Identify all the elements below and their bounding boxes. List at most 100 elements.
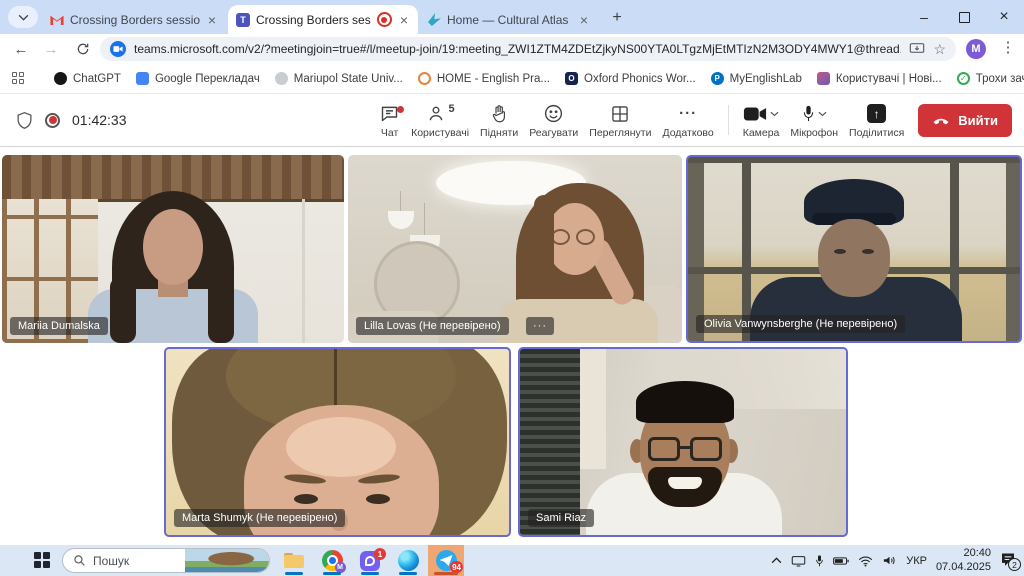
video-scene-decoration [143,209,203,285]
chrome-icon: M [322,550,343,571]
window-close-button[interactable]: × [984,0,1024,34]
chat-button[interactable]: Чат [376,102,403,139]
react-button[interactable]: Реагувати [526,102,581,139]
ellipsis-icon: ··· [679,102,697,126]
bookmark-google-translate[interactable]: Google Перекладач [136,72,260,85]
tab-search-button[interactable] [8,6,38,28]
tab-teams-meeting[interactable]: T Crossing Borders session 3 | × [228,5,418,34]
video-scene-decoration [334,349,337,407]
install-app-icon[interactable] [909,42,925,56]
tray-wifi-icon[interactable] [858,555,873,567]
video-tile-olivia[interactable]: Olivia Vanwynsberghe (Не перевірено) [686,155,1022,343]
video-scene-decoration [580,349,606,469]
video-tile-lilla[interactable]: Lilla Lovas (Не перевірено) ··· [348,155,682,343]
recording-icon [45,113,60,128]
profile-avatar[interactable]: M [966,39,986,59]
bookmark-star-icon[interactable]: ☆ [933,41,946,58]
tray-expand-button[interactable] [771,557,782,564]
new-tab-button[interactable]: + [606,7,628,29]
tray-display-icon[interactable] [791,555,806,567]
bookmark-english-practice[interactable]: HOME - English Pra... [418,72,550,85]
window-minimize-button[interactable]: – [904,0,944,34]
button-label: Підняти [480,127,518,139]
bookmark-myenglishlab[interactable]: P MyEnglishLab [711,72,802,85]
bookmark-users[interactable]: Користувачі | Нові... [817,72,942,85]
back-button[interactable]: ← [10,39,32,59]
browser-menu-button[interactable]: ⋮ [1000,38,1016,56]
taskbar-telegram[interactable]: 94 [428,545,464,576]
taskbar-file-explorer[interactable] [276,545,312,576]
pearson-icon: P [711,72,724,85]
bookmark-mariupol-university[interactable]: Mariupol State Univ... [275,72,403,85]
oxford-icon: O [565,72,578,85]
running-indicator [434,572,458,575]
video-scene-decoration [424,203,425,237]
raise-hand-button[interactable]: Підняти [477,102,521,139]
tray-battery-icon[interactable] [833,556,849,566]
tray-volume-icon[interactable] [882,554,897,567]
video-tile-mariia[interactable]: Mariia Dumalska [2,155,344,343]
running-indicator [285,572,303,575]
participant-name-label: Olivia Vanwynsberghe (Не перевірено) [696,315,905,333]
taskbar-edge[interactable] [390,545,426,576]
clock-date: 07.04.2025 [936,561,991,575]
search-highlight-image[interactable] [185,549,270,572]
restore-icon [959,12,970,23]
view-button[interactable]: Переглянути [586,102,654,139]
notification-center-button[interactable]: 2 [1000,552,1018,569]
video-tile-marta[interactable]: Marta Shumyk (Не перевірено) [164,347,511,537]
camera-button[interactable]: Камера [740,102,783,139]
search-icon [73,554,86,567]
apps-grid-icon[interactable] [12,72,24,85]
start-button[interactable] [34,552,51,569]
forward-button[interactable]: → [40,39,62,59]
tab-gmail[interactable]: Crossing Borders session 3 - ma × [42,5,226,34]
tab-close-icon[interactable]: × [206,13,218,27]
people-button[interactable]: 5 Користувачі [408,102,472,139]
microphone-icon [802,104,815,124]
bookmark-label: Користувачі | Нові... [836,73,942,85]
tray-microphone-icon[interactable] [815,554,824,568]
leave-button[interactable]: Вийти [918,104,1012,137]
bookmark-wait-page[interactable]: ✓ Трохи зачекайте... [957,72,1024,85]
meeting-timer: 01:42:33 [72,112,127,128]
taskbar-viber[interactable]: 1 [352,545,388,576]
running-indicator [361,572,379,575]
chevron-down-icon[interactable] [818,111,827,117]
video-scene-decoration [648,437,680,461]
tab-cultural-atlas[interactable]: Home — Cultural Atlas × [420,5,598,34]
taskbar-chrome[interactable]: M [314,545,350,576]
tab-close-icon[interactable]: × [398,13,410,27]
search-placeholder: Пошук [93,554,178,568]
video-tile-sami[interactable]: Sami Riaz [518,347,848,537]
reload-icon [76,42,90,56]
participant-menu-button[interactable]: ··· [526,317,554,335]
more-options-button[interactable]: ··· Додатково [659,102,716,139]
bookmark-oxford-phonics[interactable]: O Oxford Phonics Wor... [565,72,696,85]
taskbar-search[interactable]: Пошук [62,548,270,573]
video-scene-decoration [678,446,692,449]
video-scene-decoration [294,494,318,504]
google-translate-icon [136,72,149,85]
hang-up-icon [932,116,950,125]
language-indicator[interactable]: УКР [906,555,927,567]
tab-close-icon[interactable]: × [578,13,590,27]
share-icon: ↑ [867,104,886,123]
participant-name-label: Lilla Lovas (Не перевірено) [356,317,509,335]
taskbar-clock[interactable]: 20:40 07.04.2025 [936,547,991,575]
microphone-button[interactable]: Мікрофон [787,102,841,139]
button-label: Користувачі [411,127,469,139]
reload-button[interactable] [72,39,94,59]
bookmark-label: Трохи зачекайте... [976,73,1024,85]
leave-label: Вийти [958,113,998,128]
bookmark-chatgpt[interactable]: ChatGPT [54,72,121,85]
url-omnibox[interactable]: teams.microsoft.com/v2/?meetingjoin=true… [100,37,956,61]
video-scene-decoration [520,349,580,535]
share-button[interactable]: ↑ Поділитися [846,102,907,139]
url-text: teams.microsoft.com/v2/?meetingjoin=true… [134,42,901,56]
window-restore-button[interactable] [944,0,984,34]
raise-hand-icon [490,103,508,124]
screen: Crossing Borders session 3 - ma × T Cros… [0,0,1024,576]
chevron-down-icon[interactable] [770,111,779,117]
video-scene-decoration [400,191,401,213]
